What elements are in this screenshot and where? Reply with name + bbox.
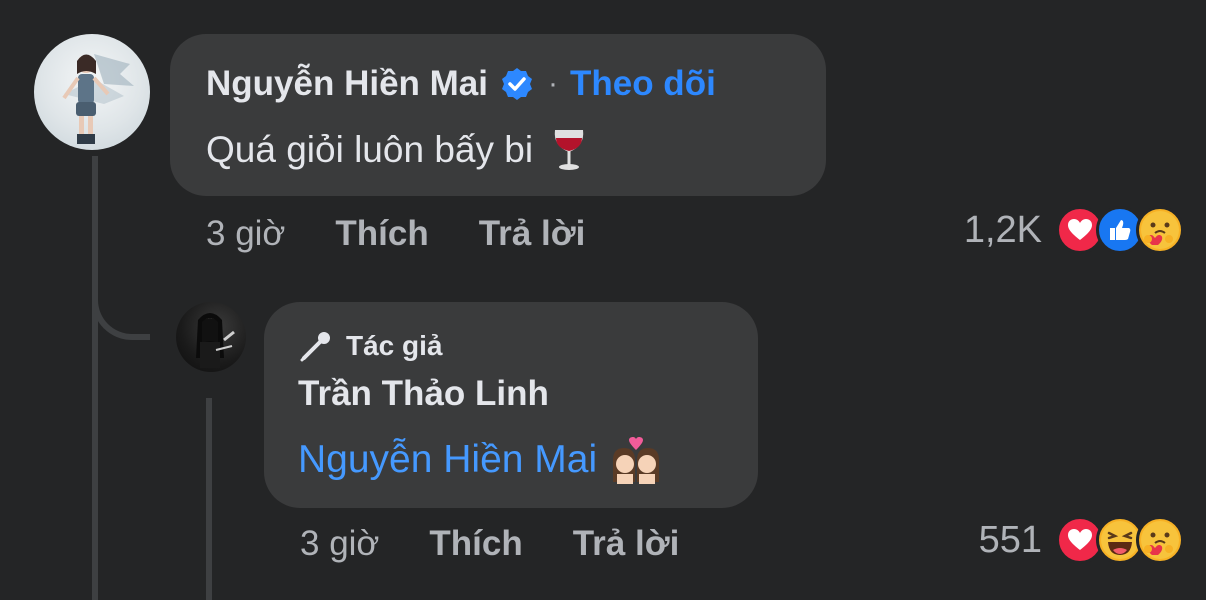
reply-like-button[interactable]: Thích bbox=[429, 524, 522, 564]
comment-text: Quá giỏi luôn bấy bi bbox=[206, 129, 534, 170]
thread-line-reply bbox=[206, 398, 212, 600]
thread-curve-reply bbox=[92, 260, 150, 340]
reply-button[interactable]: Trả lời bbox=[479, 214, 586, 254]
comment-author-name[interactable]: Nguyễn Hiền Mai bbox=[206, 64, 488, 104]
comment-thread: Nguyễn Hiền Mai · Theo dõi Quá giỏi luôn… bbox=[0, 0, 1206, 600]
author-badge: Tác giả bbox=[298, 330, 442, 362]
reaction-count: 1,2K bbox=[963, 208, 1042, 251]
avatar-tran-thao-linh[interactable] bbox=[176, 302, 246, 372]
follow-button[interactable]: Theo dõi bbox=[570, 64, 716, 104]
care-reaction-icon bbox=[1136, 516, 1184, 564]
microphone-icon bbox=[300, 332, 330, 362]
kiss-couple-icon bbox=[613, 437, 660, 484]
reply-bubble: Tác giả Trần Thảo Linh Nguyễn Hiền Mai bbox=[264, 302, 758, 508]
comment-header: Nguyễn Hiền Mai · Theo dõi bbox=[206, 64, 716, 104]
mention-link[interactable]: Nguyễn Hiền Mai bbox=[298, 438, 597, 482]
care-reaction-icon bbox=[1136, 206, 1184, 254]
comment-body: Quá giỏi luôn bấy bi bbox=[206, 128, 587, 172]
reply-actions: 3 giờ Thích Trả lời bbox=[300, 524, 679, 564]
reply-reactions[interactable]: 551 bbox=[979, 516, 1184, 564]
avatar-image bbox=[196, 313, 235, 368]
author-badge-label: Tác giả bbox=[346, 330, 443, 361]
wine-glass-icon bbox=[554, 130, 584, 170]
avatar-nguyen-hien-mai[interactable] bbox=[34, 34, 150, 150]
thread-line-main bbox=[92, 156, 98, 600]
comment-time[interactable]: 3 giờ bbox=[206, 214, 285, 254]
comment-bubble: Nguyễn Hiền Mai · Theo dõi Quá giỏi luôn… bbox=[170, 34, 826, 196]
comment-actions: 3 giờ Thích Trả lời bbox=[206, 214, 585, 254]
reply-body: Nguyễn Hiền Mai bbox=[298, 436, 665, 484]
comment-reactions[interactable]: 1,2K bbox=[964, 206, 1184, 254]
reply-time[interactable]: 3 giờ bbox=[300, 524, 379, 564]
reaction-count: 551 bbox=[978, 518, 1042, 561]
reply-author-name[interactable]: Trần Thảo Linh bbox=[298, 374, 549, 414]
avatar-image bbox=[62, 54, 134, 144]
reply-reply-button[interactable]: Trả lời bbox=[573, 524, 680, 564]
like-button[interactable]: Thích bbox=[335, 214, 428, 254]
verified-badge-icon bbox=[501, 68, 532, 100]
separator-dot: · bbox=[547, 67, 558, 100]
